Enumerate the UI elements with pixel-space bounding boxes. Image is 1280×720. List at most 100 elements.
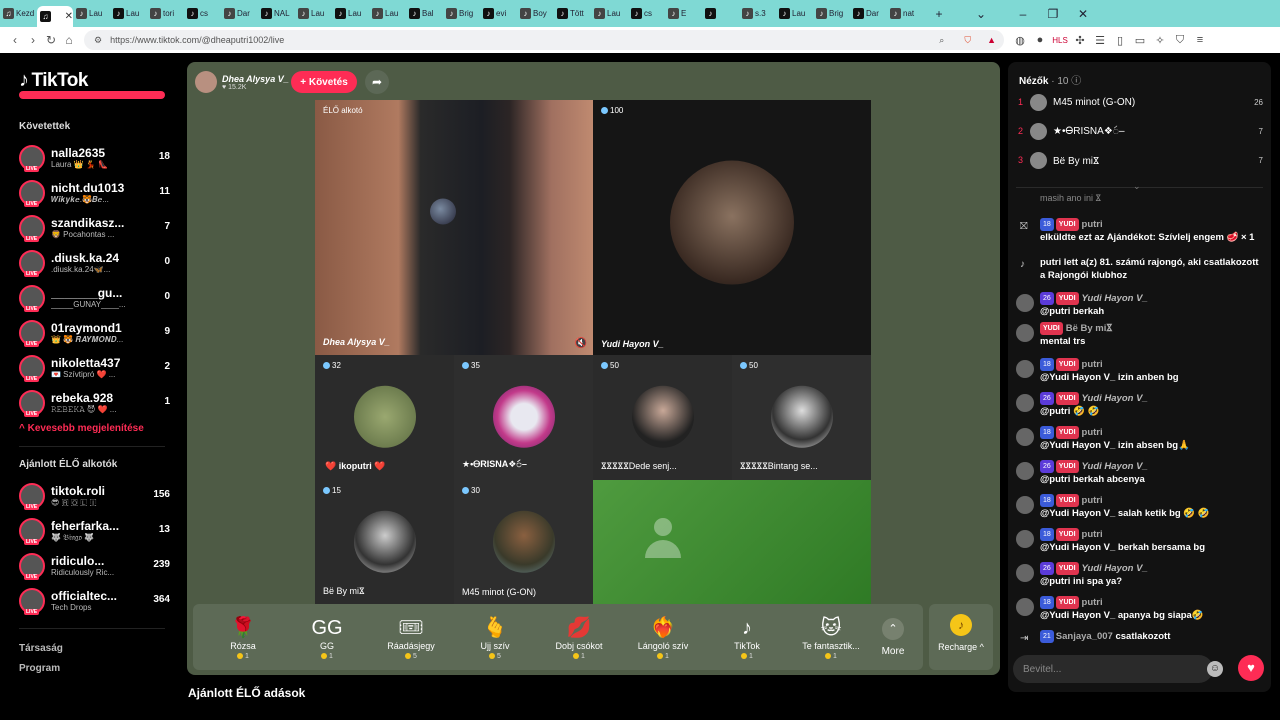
- footer-link-company[interactable]: Társaság: [19, 643, 185, 654]
- chat-username[interactable]: putri: [1082, 529, 1103, 540]
- chat-avatar[interactable]: [1016, 462, 1034, 480]
- sidebar-icon[interactable]: ▯: [1110, 34, 1130, 47]
- viewer-row[interactable]: 2 ★•ᎾRISNA❖ဴ– 7: [1018, 120, 1263, 142]
- chat-input[interactable]: Bevitel...: [1013, 655, 1213, 683]
- account-item[interactable]: LIVE szandikasz... 🦁 Pocahontas ... 7: [19, 210, 170, 245]
- extension-icon[interactable]: ●: [1030, 34, 1050, 46]
- gift-item[interactable]: 💋 Dobj csókot 1: [537, 615, 621, 660]
- viewer-avatar[interactable]: [1030, 122, 1047, 140]
- browser-tab[interactable]: ♪ cs: [628, 3, 665, 24]
- brave-shield-icon[interactable]: ⛉: [964, 35, 971, 46]
- chat-username[interactable]: Yudi Hayon V_: [1082, 461, 1148, 472]
- browser-tab[interactable]: ♪ nat: [887, 3, 924, 24]
- new-tab-button[interactable]: +: [928, 3, 950, 25]
- leo-icon[interactable]: ✧: [1150, 34, 1170, 47]
- chat-avatar[interactable]: [1016, 324, 1034, 342]
- tab-search-icon[interactable]: ⌄: [970, 3, 992, 25]
- account-item[interactable]: LIVE 01raymond1 👑 🐯 𝑹𝑨𝒀𝑴𝑶𝑵𝑫... 9: [19, 315, 170, 350]
- avatar[interactable]: LIVE: [19, 319, 45, 347]
- avatar[interactable]: LIVE: [19, 179, 45, 207]
- account-item[interactable]: LIVE nikoletta437 💌 Szívtipró ❤️ ... 2: [19, 350, 170, 385]
- guest-tile[interactable]: 32 ❤️ ikoputri ❤️: [315, 355, 454, 480]
- chat-username[interactable]: putri: [1082, 219, 1103, 230]
- account-item[interactable]: LIVE tiktok.roli 😎 🇷 🇴 🇱 🇮 156: [19, 478, 170, 513]
- browser-tab[interactable]: ♪ Lau: [776, 3, 813, 24]
- gift-item[interactable]: 🫰 Ujj szív 5: [453, 615, 537, 660]
- gift-item[interactable]: 🐱 Te fantasztik... 1: [789, 615, 873, 660]
- bookmarks-icon[interactable]: ☰: [1090, 34, 1110, 47]
- avatar[interactable]: LIVE: [19, 354, 45, 382]
- browser-tab[interactable]: ♪ Lau: [73, 3, 110, 24]
- chat-username[interactable]: putri: [1082, 597, 1103, 608]
- reload-icon[interactable]: ↻: [42, 33, 60, 47]
- gift-item[interactable]: GG GG 1: [285, 615, 369, 660]
- avatar[interactable]: LIVE: [19, 144, 45, 172]
- chat-avatar[interactable]: [1016, 394, 1034, 412]
- account-item[interactable]: LIVE .diusk.ka.24 .diusk.ka.24🦋... 0: [19, 245, 170, 280]
- account-item[interactable]: LIVE rebeka.928 𝚁𝙴𝙱𝙴𝙺𝙰 😈 ❤️ ... 1: [19, 385, 170, 420]
- empty-seat[interactable]: [593, 480, 871, 605]
- browser-tab[interactable]: ♪ Lau: [332, 3, 369, 24]
- back-icon[interactable]: ‹: [6, 33, 24, 47]
- chat-avatar[interactable]: [1016, 496, 1034, 514]
- guest-tile[interactable]: 35 ★•ᎾRISNA❖ဴ–: [454, 355, 593, 480]
- account-item[interactable]: LIVE nalla2635 Laura 👑 💃 👠 18: [19, 140, 170, 175]
- guest-tile[interactable]: 50 𐋀𐋀𐋀𐋀𐋀Bintang se...: [732, 355, 871, 480]
- maximize-button[interactable]: ❐: [1042, 3, 1064, 25]
- collapse-chevron-icon[interactable]: ⌄: [1133, 181, 1141, 192]
- more-gifts-button[interactable]: ⌃ More: [873, 617, 913, 657]
- info-icon[interactable]: ⓘ: [1071, 76, 1081, 87]
- guest-video[interactable]: 100 Yudi Hayon V_: [593, 100, 871, 355]
- puzzle-icon[interactable]: ✣: [1070, 34, 1090, 47]
- chat-avatar[interactable]: [1016, 530, 1034, 548]
- avatar[interactable]: LIVE: [19, 552, 45, 580]
- guest-tile[interactable]: 30 M45 minot (G-ON): [454, 480, 593, 605]
- chat-username[interactable]: Sanjaya_007: [1056, 631, 1113, 642]
- gift-item[interactable]: ❤️‍🔥 Lángoló szív 1: [621, 615, 705, 660]
- browser-tab[interactable]: ♪ Lau: [369, 3, 406, 24]
- show-less-link[interactable]: ^ Kevesebb megjelenítése: [19, 423, 185, 434]
- browser-tab[interactable]: ♪ Lau: [295, 3, 332, 24]
- site-info-icon[interactable]: ⚙: [94, 35, 102, 46]
- share-icon[interactable]: ➦: [365, 70, 389, 94]
- gift-item[interactable]: 🌹 Rózsa 1: [201, 615, 285, 660]
- account-item[interactable]: LIVE ridiculo... Ridiculously Ric... 239: [19, 548, 170, 583]
- guest-tile[interactable]: 15 Bë By mi𐋀: [315, 480, 454, 605]
- wallet-icon[interactable]: ▭: [1130, 34, 1150, 47]
- footer-link-program[interactable]: Program: [19, 663, 185, 674]
- account-item[interactable]: LIVE feherfarka... 🐺 𝔅𝔦𝔫𝔤𝔬 🐺 13: [19, 513, 170, 548]
- avatar[interactable]: LIVE: [19, 249, 45, 277]
- chat-avatar[interactable]: [1016, 428, 1034, 446]
- follow-button[interactable]: + Követés: [291, 71, 357, 93]
- url-field[interactable]: ⚙ https://www.tiktok.com/@dheaputri1002/…: [84, 30, 1004, 50]
- avatar[interactable]: LIVE: [19, 587, 45, 615]
- host-video[interactable]: ÉLŐ alkotó Dhea Alysya V_ 🔇: [315, 100, 593, 355]
- host-avatar[interactable]: [195, 71, 217, 93]
- browser-tab[interactable]: ♪ Bal: [406, 3, 443, 24]
- tiktok-logo[interactable]: ♪ TikTok: [19, 69, 185, 92]
- close-icon[interactable]: ✕: [65, 11, 73, 22]
- chat-avatar[interactable]: [1016, 598, 1034, 616]
- browser-tab[interactable]: ♫Kezdés: [0, 3, 37, 24]
- browser-tab[interactable]: ♪ Dar: [850, 3, 887, 24]
- viewer-row[interactable]: 3 Bë By mi𐋀 7: [1018, 149, 1263, 171]
- chat-username[interactable]: Bë By mi𐋀: [1066, 323, 1113, 334]
- chat-username[interactable]: Yudi Hayon V_: [1082, 393, 1148, 404]
- avatar[interactable]: LIVE: [19, 214, 45, 242]
- browser-tab[interactable]: ♪ evi: [480, 3, 517, 24]
- forward-icon[interactable]: ›: [24, 33, 42, 47]
- chat-username[interactable]: Yudi Hayon V_: [1082, 293, 1148, 304]
- chat-username[interactable]: putri: [1082, 427, 1103, 438]
- browser-tab[interactable]: ♪ Lau: [591, 3, 628, 24]
- account-item[interactable]: LIVE nicht.du1013 𝑾𝒊𝒌𝒚𝒌𝒆.🐯𝑩𝒆... 11: [19, 175, 170, 210]
- browser-tab[interactable]: ♫ ✕: [37, 6, 73, 27]
- guest-tile[interactable]: 50 𐋀𐋀𐋀𐋀𐋀Dede senj...: [593, 355, 732, 480]
- browser-tab[interactable]: ♪ Brig: [443, 3, 480, 24]
- avatar[interactable]: LIVE: [19, 284, 45, 312]
- home-icon[interactable]: ⌂: [60, 33, 78, 47]
- browser-tab[interactable]: ♪: [702, 3, 739, 24]
- viewer-avatar[interactable]: [1030, 151, 1047, 169]
- chat-avatar[interactable]: [1016, 294, 1034, 312]
- browser-tab[interactable]: ♪ cs: [184, 3, 221, 24]
- vpn-icon[interactable]: ⛉: [1170, 34, 1190, 47]
